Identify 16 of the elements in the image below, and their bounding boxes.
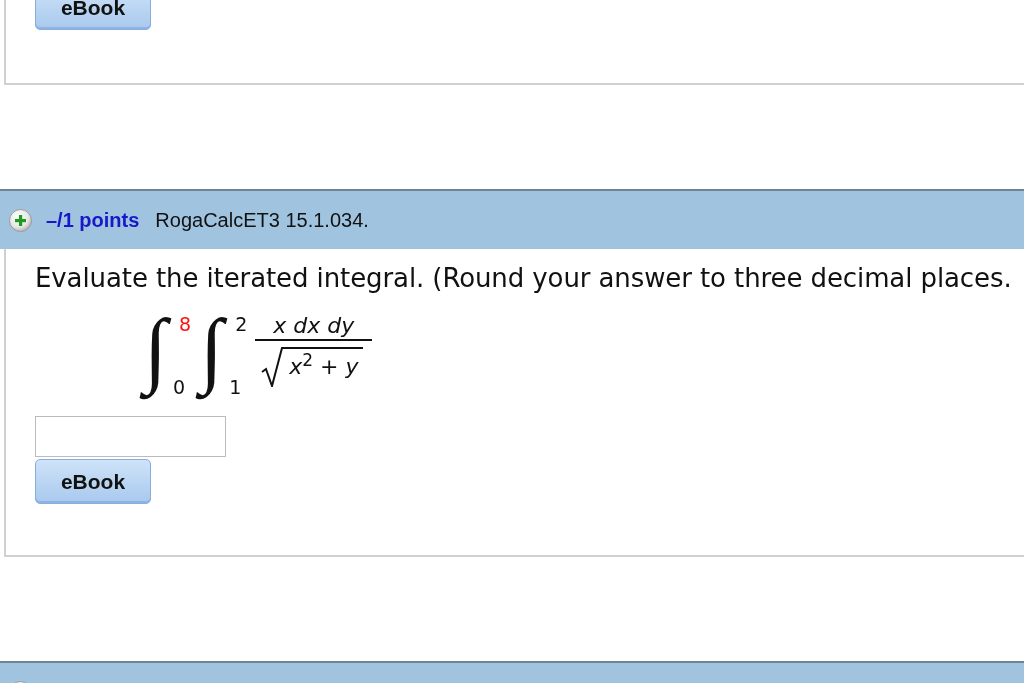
upper-limit: 8 (179, 313, 192, 335)
question-prompt: Evaluate the iterated integral. (Round your answer to three decimal places. (35, 263, 1012, 293)
square-root-icon (261, 347, 284, 387)
ebook-button[interactable]: eBook (35, 0, 151, 30)
question-source: RogaCalcET3 15.1.034. (155, 208, 369, 232)
integral-sign: ∫ (139, 311, 173, 402)
lower-limit: 0 (173, 376, 187, 398)
expand-plus-icon[interactable] (9, 208, 32, 232)
fraction-numerator: x dx dy (272, 313, 356, 339)
ebook-button[interactable]: eBook (35, 459, 151, 504)
answer-field[interactable] (35, 416, 226, 457)
lower-limit: 1 (229, 376, 243, 398)
integral-sign: ∫ (195, 311, 230, 402)
points-label: –/1 points (46, 208, 140, 232)
upper-limit: 2 (235, 313, 248, 335)
fraction-denominator: x$^{2}$ + y (283, 347, 363, 383)
